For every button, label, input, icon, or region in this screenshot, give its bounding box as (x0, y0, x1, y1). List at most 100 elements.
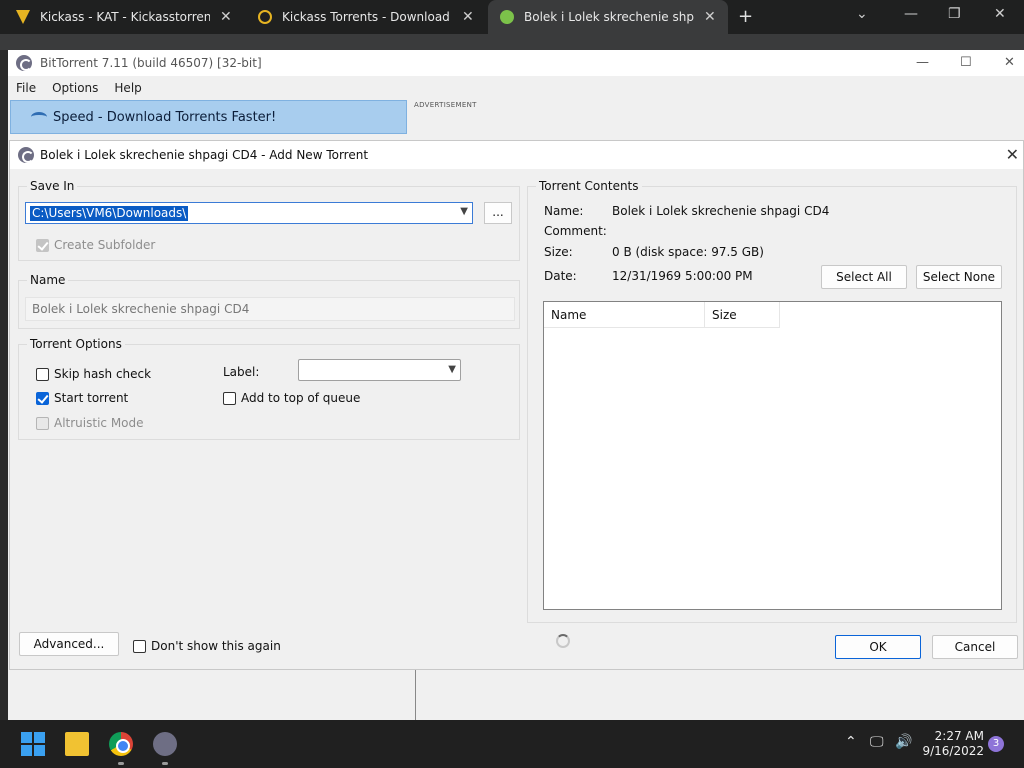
kickass-favicon-icon (258, 10, 272, 24)
contents-name-label: Name: (544, 204, 584, 218)
speed-banner-label: Speed - Download Torrents Faster! (53, 109, 277, 125)
torrent-favicon-icon (500, 10, 514, 24)
file-explorer-icon[interactable] (65, 732, 89, 756)
clock-date: 9/16/2022 (922, 744, 984, 758)
close-icon[interactable]: ✕ (1006, 145, 1019, 164)
tab-search-icon[interactable]: ⌄ (856, 6, 868, 22)
browser-tab-strip: Kickass - KAT - Kickasstorrents - ✕ Kick… (0, 0, 1024, 34)
window-title: BitTorrent 7.11 (build 46507) [32-bit] (40, 56, 262, 70)
checkbox-box (36, 416, 49, 430)
bittorrent-logo-icon (18, 147, 34, 163)
contents-name-value: Bolek i Lolek skrechenie shpagi CD4 (612, 204, 830, 218)
clock-time: 2:27 AM (934, 729, 984, 743)
select-none-button[interactable]: Select None (916, 265, 1002, 289)
skip-hash-check-checkbox[interactable]: Skip hash check (36, 367, 151, 381)
running-indicator (162, 762, 168, 765)
torrent-contents-label: Torrent Contents (536, 179, 642, 193)
file-list[interactable]: Name Size (543, 301, 1002, 610)
dialog-title-bar: Bolek i Lolek skrechenie shpagi CD4 - Ad… (10, 141, 1023, 169)
column-header-size[interactable]: Size (705, 302, 780, 328)
column-header-name[interactable]: Name (544, 302, 705, 328)
advertisement-label: ADVERTISEMENT (414, 101, 477, 109)
bittorrent-logo-icon (16, 55, 32, 71)
save-path-combo[interactable]: C:\Users\VM6\Downloads\ ▼ (25, 202, 473, 224)
checkbox-box (36, 391, 49, 405)
pane-divider (415, 670, 416, 720)
contents-date-value: 12/31/1969 5:00:00 PM (612, 269, 753, 283)
create-subfolder-checkbox[interactable]: Create Subfolder (36, 238, 155, 252)
save-path-value: C:\Users\VM6\Downloads\ (30, 206, 189, 221)
close-icon[interactable]: ✕ (220, 9, 232, 25)
start-torrent-checkbox[interactable]: Start torrent (36, 391, 128, 405)
taskbar: ⌃ 🖵 🔊 2:27 AM 9/16/2022 3 (0, 720, 1024, 768)
checkbox-box (36, 238, 49, 252)
contents-comment-label: Comment: (544, 224, 607, 238)
speed-banner[interactable]: Speed - Download Torrents Faster! (10, 100, 407, 134)
select-all-button[interactable]: Select All (821, 265, 907, 289)
minimize-icon[interactable]: — (904, 6, 918, 22)
contents-size-label: Size: (544, 245, 573, 259)
system-clock[interactable]: 2:27 AM 9/16/2022 (918, 729, 984, 759)
restore-icon[interactable]: ❐ (948, 6, 961, 22)
notification-badge[interactable]: 3 (988, 736, 1004, 752)
dont-show-again-label: Don't show this again (151, 639, 281, 653)
cancel-button[interactable]: Cancel (932, 635, 1018, 659)
chrome-icon[interactable] (109, 732, 133, 756)
bittorrent-taskbar-icon[interactable] (153, 732, 177, 756)
menu-bar: File Options Help (8, 78, 150, 98)
menu-file[interactable]: File (8, 78, 44, 98)
tab-title: Kickass Torrents - Download torre (282, 10, 452, 24)
bittorrent-title-bar: BitTorrent 7.11 (build 46507) [32-bit] —… (8, 50, 1024, 76)
chevron-down-icon[interactable]: ▼ (448, 364, 456, 375)
contents-size-value: 0 B (disk space: 97.5 GB) (612, 245, 764, 259)
start-torrent-label: Start torrent (54, 391, 129, 405)
browser-tab-kickass-torrents[interactable]: Kickass Torrents - Download torre ✕ (258, 0, 480, 34)
contents-date-label: Date: (544, 269, 577, 283)
browser-tab-kickass-kat[interactable]: Kickass - KAT - Kickasstorrents - ✕ (16, 0, 246, 34)
checkbox-box (36, 367, 49, 381)
checkbox-box (223, 391, 236, 405)
dont-show-again-checkbox[interactable]: Don't show this again (133, 639, 281, 653)
torrent-options-label: Torrent Options (27, 337, 125, 351)
ok-button[interactable]: OK (835, 635, 921, 659)
checkbox-box (133, 639, 146, 653)
advanced-button[interactable]: Advanced... (19, 632, 119, 656)
menu-help[interactable]: Help (106, 78, 149, 98)
add-torrent-dialog: Bolek i Lolek skrechenie shpagi CD4 - Ad… (9, 140, 1024, 670)
name-label: Name (27, 273, 69, 287)
altruistic-mode-label: Altruistic Mode (54, 416, 144, 430)
label-field-label: Label: (223, 365, 260, 379)
label-select[interactable]: ▼ (298, 359, 461, 381)
close-icon[interactable]: ✕ (704, 9, 716, 25)
maximize-icon[interactable]: ☐ (960, 55, 972, 70)
network-icon[interactable]: 🖵 (870, 734, 884, 750)
kat-favicon-icon (16, 10, 30, 24)
windows-start-icon[interactable] (21, 732, 45, 756)
volume-icon[interactable]: 🔊 (895, 734, 912, 750)
tab-title: Kickass - KAT - Kickasstorrents - (40, 10, 210, 24)
add-to-top-of-queue-checkbox[interactable]: Add to top of queue (223, 391, 360, 405)
browser-toolbar (0, 34, 1024, 50)
altruistic-mode-checkbox[interactable]: Altruistic Mode (36, 416, 144, 430)
create-subfolder-label: Create Subfolder (54, 238, 156, 252)
menu-options[interactable]: Options (44, 78, 106, 98)
minimize-icon[interactable]: — (916, 55, 929, 70)
browser-tab-bolek[interactable]: Bolek i Lolek skrechenie shpagi C ✕ (488, 0, 728, 34)
dialog-title: Bolek i Lolek skrechenie shpagi CD4 - Ad… (40, 148, 369, 162)
skip-hash-label: Skip hash check (54, 367, 152, 381)
add-to-top-label: Add to top of queue (241, 391, 361, 405)
torrent-name-field[interactable]: Bolek i Lolek skrechenie shpagi CD4 (25, 297, 515, 321)
chevron-up-icon[interactable]: ⌃ (845, 734, 857, 750)
speed-icon (31, 112, 47, 122)
close-window-icon[interactable]: ✕ (994, 6, 1006, 22)
file-list-header: Name Size (544, 302, 780, 328)
close-icon[interactable]: ✕ (462, 9, 474, 25)
save-in-label: Save In (27, 179, 78, 193)
tab-title: Bolek i Lolek skrechenie shpagi C (524, 10, 694, 24)
running-indicator (118, 762, 124, 765)
browse-button[interactable]: ... (484, 202, 512, 224)
new-tab-button[interactable]: + (738, 6, 753, 27)
close-icon[interactable]: ✕ (1004, 55, 1015, 70)
loading-spinner-icon (556, 634, 570, 648)
chevron-down-icon[interactable]: ▼ (460, 206, 468, 217)
